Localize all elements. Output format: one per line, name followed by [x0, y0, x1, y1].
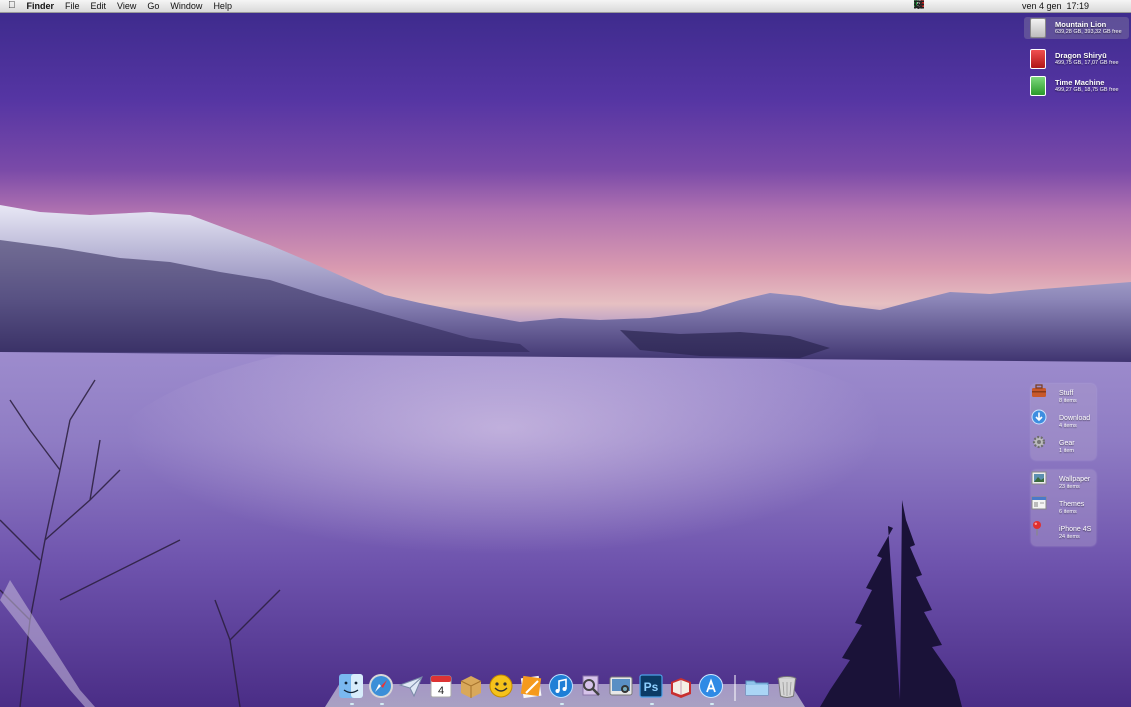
- wallpaper-landscape: [0, 205, 1131, 707]
- gear-folder-icon: [1032, 435, 1051, 455]
- stack-name: Themes: [1059, 501, 1085, 508]
- archive-icon[interactable]: [458, 673, 486, 701]
- photoshop-icon[interactable]: Ps: [638, 673, 666, 705]
- menu-bar:  Finder File Edit View Go Window Help: [0, 0, 1131, 13]
- stack-name: Stuff: [1059, 390, 1074, 397]
- stack-download[interactable]: Download 4 items: [1031, 409, 1096, 435]
- stack-count: 4 items: [1059, 423, 1077, 429]
- download-folder-icon: [1031, 409, 1051, 430]
- app-store-icon[interactable]: [698, 673, 726, 705]
- ibooks-icon[interactable]: [668, 673, 696, 701]
- spotlight-search-icon[interactable]: [914, 0, 1107, 11]
- evernote-icon[interactable]: [914, 0, 942, 11]
- menu-view[interactable]: View: [117, 0, 136, 12]
- drive-time-machine[interactable]: Time Machine 499,27 GB, 18,75 GB free: [1024, 75, 1129, 97]
- menu-file[interactable]: File: [65, 0, 80, 12]
- clock[interactable]: ven 4 gen 17:19: [1022, 0, 1089, 12]
- calendar-icon[interactable]: 4: [428, 673, 456, 701]
- drive-info: 499,27 GB, 18,75 GB free: [1055, 87, 1119, 93]
- stack-count: 24 items: [1059, 534, 1080, 540]
- drive-name: Time Machine: [1055, 78, 1105, 87]
- finder-icon[interactable]: [338, 673, 366, 705]
- stack-count: 6 items: [1059, 509, 1077, 515]
- usb-drive-icon: [1030, 49, 1046, 69]
- toolbox-folder-icon: [1032, 384, 1051, 405]
- stack-themes[interactable]: Themes 6 items: [1031, 495, 1096, 521]
- drive-dragon-shiryu[interactable]: Dragon Shiryū 499,75 GB, 17,07 GB free: [1024, 48, 1129, 70]
- stack-wallpaper[interactable]: Wallpaper 23 items: [1031, 470, 1096, 496]
- drive-name: Mountain Lion: [1055, 20, 1107, 29]
- menu-go[interactable]: Go: [147, 0, 159, 12]
- stacks-panel-bottom: Wallpaper 23 items Themes 6 items iPhone…: [1031, 470, 1096, 546]
- italian-flag-icon[interactable]: [913, 0, 996, 11]
- desktop-wallpaper:  Finder File Edit View Go Window Help: [0, 0, 1131, 707]
- calendar-day: 4: [438, 685, 444, 697]
- adium-icon[interactable]: [488, 673, 516, 701]
- stack-name: Gear: [1059, 440, 1075, 447]
- themes-folder-icon: [1031, 496, 1051, 516]
- stack-stuff[interactable]: Stuff 8 items: [1031, 384, 1096, 410]
- trash-icon[interactable]: [774, 673, 802, 701]
- internal-disk-icon: [1030, 18, 1046, 38]
- map-pin-folder-icon: [1033, 521, 1051, 541]
- menu-help[interactable]: Help: [213, 0, 232, 12]
- pages-icon[interactable]: [518, 673, 546, 701]
- menu-window[interactable]: Window: [170, 0, 202, 12]
- drive-info: 639,28 GB, 393,32 GB free: [1055, 29, 1122, 35]
- stack-count: 8 items: [1059, 398, 1077, 404]
- mail-icon[interactable]: [398, 673, 426, 701]
- stack-name: iPhone 4S: [1059, 526, 1092, 533]
- drive-name: Dragon Shiryū: [1055, 51, 1107, 60]
- app-menu-finder[interactable]: Finder: [27, 0, 55, 12]
- drive-info: 499,75 GB, 17,07 GB free: [1055, 60, 1119, 66]
- stack-name: Download: [1059, 415, 1091, 422]
- applications-folder-icon[interactable]: [744, 673, 772, 701]
- screenshot-icon[interactable]: [608, 673, 636, 701]
- drive-mountain-lion[interactable]: Mountain Lion 639,28 GB, 393,32 GB free: [1024, 17, 1129, 39]
- time-machine-icon[interactable]: [914, 0, 1014, 11]
- stacks-panel-top: Stuff 8 items Download 4 items Gear 1 it…: [1031, 384, 1096, 460]
- stack-iphone-4s[interactable]: iPhone 4S 24 items: [1031, 520, 1096, 546]
- checkmark-icon[interactable]: [914, 1, 960, 11]
- stack-gear[interactable]: Gear 1 item: [1031, 434, 1096, 460]
- dock: 4 Ps: [338, 671, 802, 705]
- notification-center-icon[interactable]: [913, 0, 1125, 11]
- bluetooth-icon[interactable]: [915, 0, 978, 11]
- preview-icon[interactable]: [578, 673, 606, 701]
- stack-count: 23 items: [1059, 484, 1080, 490]
- apple-logo-icon[interactable]: : [8, 0, 16, 12]
- lake-reflection: [100, 330, 940, 610]
- stack-count: 1 item: [1059, 448, 1074, 454]
- wallpaper-folder-icon: [1031, 471, 1051, 491]
- stack-name: Wallpaper: [1059, 476, 1091, 483]
- photoshop-label: Ps: [644, 680, 659, 694]
- menu-edit[interactable]: Edit: [91, 0, 107, 12]
- dock-separator: [734, 675, 736, 701]
- safari-icon[interactable]: [368, 673, 396, 705]
- itunes-icon[interactable]: [548, 673, 576, 705]
- time-machine-disk-icon: [1030, 76, 1046, 96]
